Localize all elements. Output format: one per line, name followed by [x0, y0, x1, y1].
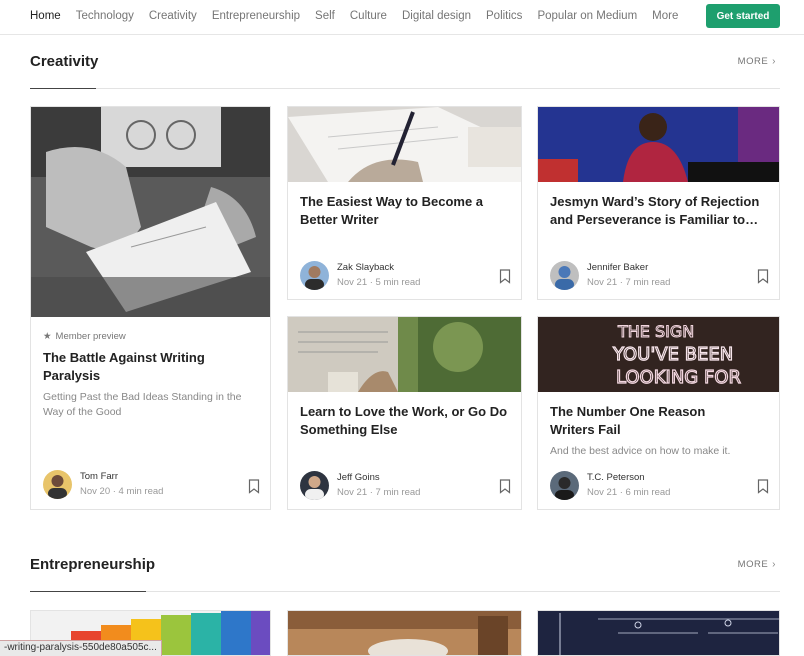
- story-image: [288, 107, 521, 182]
- story-card-number-one-reason[interactable]: THE SIGN YOU'VE BEEN LOOKING FOR The Num…: [537, 316, 780, 510]
- author-name[interactable]: Zak Slayback: [337, 261, 420, 274]
- section-underline: [30, 88, 96, 89]
- bookmark-icon[interactable]: [499, 479, 511, 494]
- story-image: [288, 317, 521, 392]
- story-card-easiest-way[interactable]: The Easiest Way to Become a Better Write…: [287, 106, 522, 300]
- nav-item-politics[interactable]: Politics: [486, 9, 522, 23]
- more-label: MORE: [737, 559, 769, 570]
- author-name[interactable]: Tom Farr: [80, 470, 163, 483]
- author-name[interactable]: T.C. Peterson: [587, 471, 670, 484]
- story-date-readtime: Nov 20 · 4 min read: [80, 486, 164, 497]
- section-underline: [30, 591, 146, 592]
- author-name[interactable]: Jennifer Baker: [587, 261, 670, 274]
- nav-item-self[interactable]: Self: [315, 9, 335, 23]
- story-card-writing-paralysis[interactable]: ★ Member preview The Battle Against Writ…: [30, 106, 271, 510]
- story-title[interactable]: The Number One Reason Writers Fail: [550, 403, 750, 439]
- nav-item-creativity[interactable]: Creativity: [149, 9, 197, 23]
- story-title[interactable]: Learn to Love the Work, or Go Do Somethi…: [300, 403, 515, 439]
- nav-item-home[interactable]: Home: [30, 9, 61, 23]
- story-title[interactable]: The Battle Against Writing Paralysis: [43, 349, 243, 385]
- star-icon: ★: [43, 331, 52, 342]
- bookmark-icon[interactable]: [757, 269, 769, 284]
- nav-item-technology[interactable]: Technology: [76, 9, 134, 23]
- story-date-readtime: Nov 21 · 5 min read: [337, 277, 421, 288]
- member-preview-badge: ★ Member preview: [43, 331, 126, 342]
- section-title: Entrepreneurship: [30, 556, 156, 573]
- nav-item-more[interactable]: More: [652, 9, 678, 23]
- story-image: [538, 611, 779, 655]
- section-more-link[interactable]: MORE ›: [738, 559, 776, 570]
- story-subtitle: Getting Past the Bad Ideas Standing in t…: [43, 391, 242, 418]
- story-author: Zak Slayback Nov 21 · 5 min read: [300, 261, 420, 290]
- section-more-link[interactable]: MORE ›: [738, 56, 776, 67]
- more-label: MORE: [737, 56, 769, 67]
- story-image: [31, 107, 270, 317]
- nav-item-culture[interactable]: Culture: [350, 9, 387, 23]
- svg-text:LOOKING FOR: LOOKING FOR: [616, 367, 741, 388]
- avatar[interactable]: [300, 261, 329, 290]
- story-date-readtime: Nov 21 · 7 min read: [337, 487, 421, 498]
- story-card-love-the-work[interactable]: Learn to Love the Work, or Go Do Somethi…: [287, 316, 522, 510]
- story-author: T.C. Peterson Nov 21 · 6 min read: [550, 471, 670, 500]
- story-title[interactable]: The Easiest Way to Become a Better Write…: [300, 193, 500, 229]
- avatar[interactable]: [550, 471, 579, 500]
- story-image: [538, 107, 779, 182]
- story-author: Tom Farr Nov 20 · 4 min read: [43, 470, 163, 499]
- avatar[interactable]: [43, 470, 72, 499]
- story-subtitle: And the best advice on how to make it.: [550, 445, 731, 457]
- nav-item-popular[interactable]: Popular on Medium: [537, 9, 637, 23]
- story-author: Jennifer Baker Nov 21 · 7 min read: [550, 261, 670, 290]
- avatar[interactable]: [550, 261, 579, 290]
- story-card-partial-cafe[interactable]: [287, 610, 522, 656]
- section-header-entrepreneurship: Entrepreneurship MORE ›: [30, 556, 780, 592]
- status-bar-url: -writing-paralysis-550de80a505c...: [0, 640, 162, 656]
- story-author: Jeff Goins Nov 21 · 7 min read: [300, 471, 420, 500]
- get-started-button[interactable]: Get started: [706, 4, 780, 28]
- story-date-readtime: Nov 21 · 7 min read: [587, 277, 671, 288]
- story-card-partial-chart[interactable]: [537, 610, 780, 656]
- section-title: Creativity: [30, 53, 99, 70]
- bookmark-icon[interactable]: [499, 269, 511, 284]
- nav-item-entrepreneurship[interactable]: Entrepreneurship: [212, 9, 300, 23]
- story-date-readtime: Nov 21 · 6 min read: [587, 487, 671, 498]
- chevron-right-icon: ›: [772, 56, 776, 67]
- svg-text:THE SIGN: THE SIGN: [617, 322, 694, 341]
- story-card-jesmyn-ward[interactable]: Jesmyn Ward’s Story of Rejection and Per…: [537, 106, 780, 300]
- top-nav: Home Technology Creativity Entrepreneurs…: [0, 0, 804, 35]
- section-header-creativity: Creativity MORE ›: [30, 53, 780, 89]
- bookmark-icon[interactable]: [757, 479, 769, 494]
- story-image: THE SIGN YOU'VE BEEN LOOKING FOR: [538, 317, 779, 392]
- avatar[interactable]: [300, 471, 329, 500]
- nav-item-digital-design[interactable]: Digital design: [402, 9, 471, 23]
- author-name[interactable]: Jeff Goins: [337, 471, 420, 484]
- member-preview-label: Member preview: [55, 331, 126, 342]
- svg-text:YOU'VE BEEN: YOU'VE BEEN: [612, 344, 733, 365]
- story-title[interactable]: Jesmyn Ward’s Story of Rejection and Per…: [550, 193, 765, 229]
- topic-nav-list: Home Technology Creativity Entrepreneurs…: [30, 9, 693, 23]
- chevron-right-icon: ›: [772, 559, 776, 570]
- story-image: [288, 611, 521, 655]
- bookmark-icon[interactable]: [248, 479, 260, 494]
